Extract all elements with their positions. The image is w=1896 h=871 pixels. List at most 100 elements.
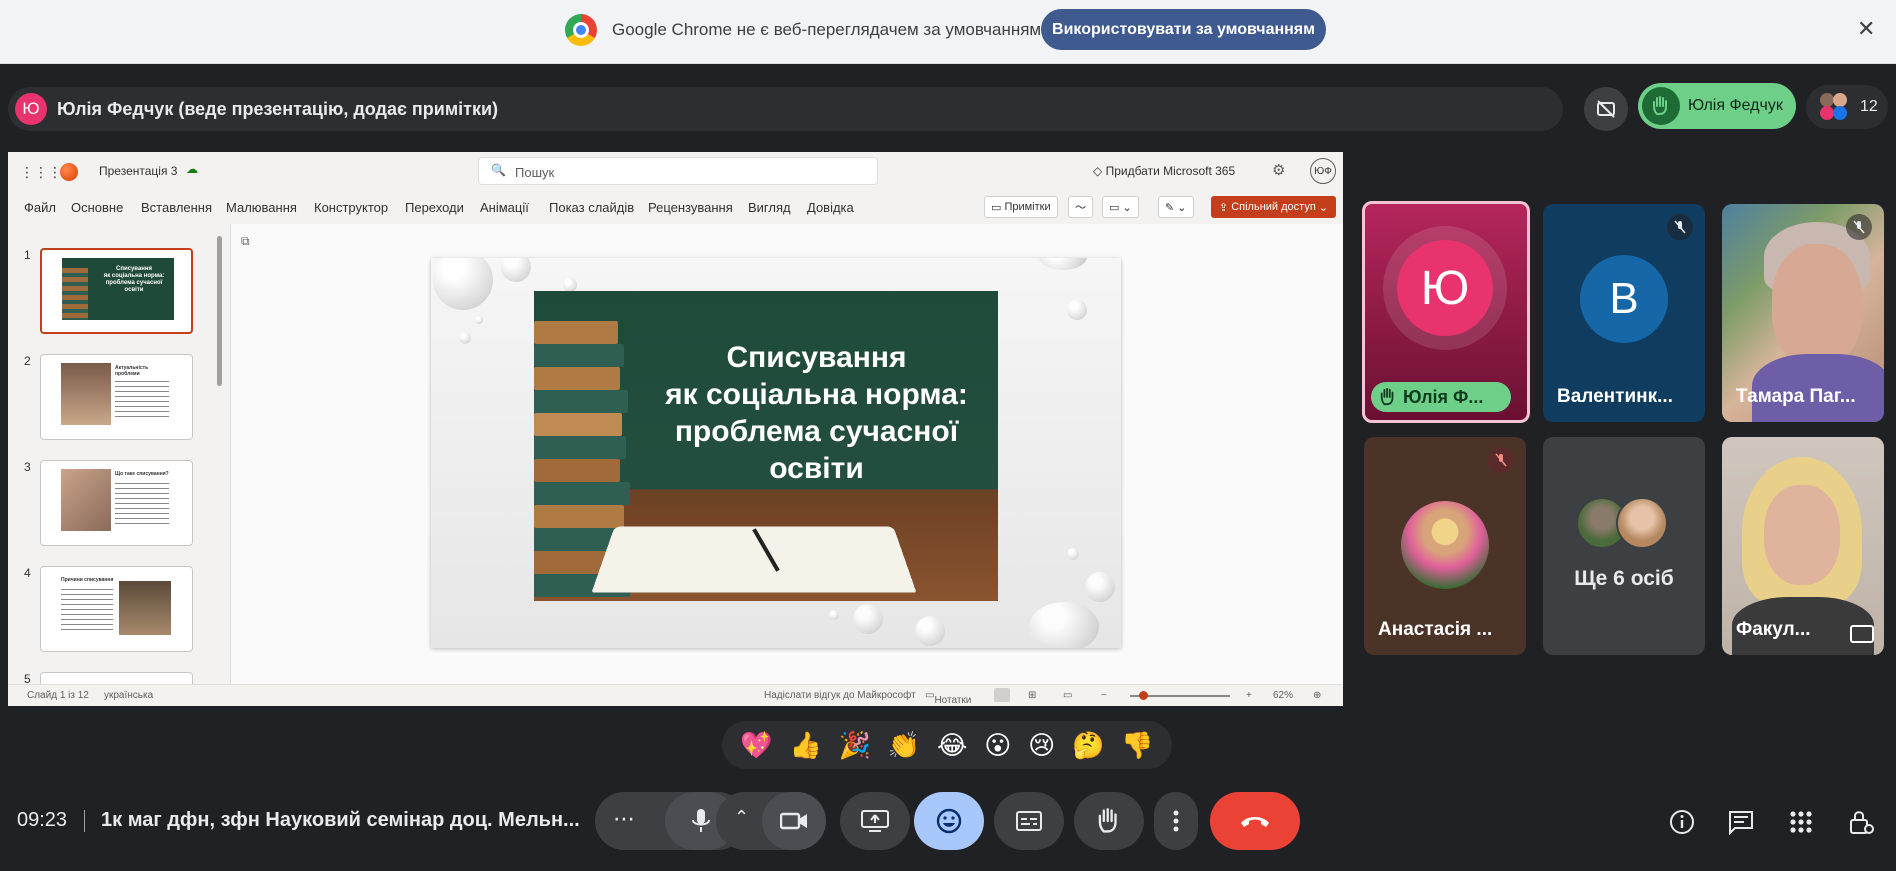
reaction-crying[interactable]: 😢 bbox=[1028, 732, 1055, 758]
slide-thumbnail-3[interactable]: Що таке списування? bbox=[40, 460, 193, 546]
buy-label: Придбати Microsoft 365 bbox=[1105, 164, 1236, 178]
participants-button[interactable]: 12 bbox=[1806, 85, 1888, 129]
hang-up-icon bbox=[1241, 817, 1269, 827]
more-audio-options-icon[interactable]: ⋯ bbox=[613, 806, 635, 832]
editing-mode-button[interactable]: ✎ ⌄ bbox=[1158, 196, 1194, 218]
activities-icon[interactable] bbox=[1787, 808, 1815, 836]
slide-thumbnail-1[interactable]: Списування як соціальна норма: проблема … bbox=[40, 248, 193, 334]
more-participants-tile[interactable]: Ще 6 осіб bbox=[1543, 437, 1705, 655]
thumb-2-content: Актуальність проблеми bbox=[61, 363, 173, 425]
participant-name: Юлія Ф... bbox=[1403, 386, 1484, 407]
feedback-link[interactable]: Надіслати відгук до Майкрософт bbox=[764, 690, 916, 701]
zoom-in-icon[interactable]: + bbox=[1246, 690, 1252, 701]
notes-pane-toggle-icon[interactable]: ⧉ bbox=[241, 234, 250, 249]
tab-file[interactable]: Файл bbox=[24, 200, 56, 215]
catch-up-button[interactable]: 〜 bbox=[1068, 196, 1093, 218]
participant-tile[interactable]: Тамара Паг... bbox=[1722, 204, 1884, 422]
reaction-thumbs-down[interactable]: 👎 bbox=[1121, 732, 1153, 758]
captions-icon bbox=[1016, 811, 1042, 831]
present-button[interactable]: ▭ ⌄ bbox=[1102, 196, 1139, 218]
slide-thumbnail-2[interactable]: Актуальність проблеми bbox=[40, 354, 193, 440]
office-logo-icon[interactable] bbox=[60, 163, 78, 181]
reaction-sparkling-heart[interactable]: 💖 bbox=[740, 732, 772, 758]
tab-insert[interactable]: Вставлення bbox=[141, 200, 212, 215]
share-button[interactable]: ⇪ Спільний доступ ⌄ bbox=[1211, 196, 1336, 218]
current-slide[interactable]: Списування як соціальна норма: проблема … bbox=[431, 258, 1121, 648]
reaction-thumbs-up[interactable]: 👍 bbox=[790, 732, 822, 758]
ribbon-tabs: Файл Основне Вставлення Малювання Констр… bbox=[8, 190, 1343, 224]
user-avatar[interactable]: ЮФ bbox=[1310, 158, 1336, 184]
zoom-level[interactable]: 62% bbox=[1273, 690, 1293, 701]
tab-review[interactable]: Рецензування bbox=[648, 200, 733, 215]
raised-hand-icon bbox=[1642, 87, 1680, 125]
tab-transitions[interactable]: Переходи bbox=[405, 200, 464, 215]
more-options-button[interactable] bbox=[1154, 792, 1198, 850]
picture-in-picture-icon[interactable] bbox=[1850, 625, 1874, 643]
tab-animations[interactable]: Анімації bbox=[480, 200, 529, 215]
reaction-laughing[interactable]: 😂 bbox=[937, 732, 967, 758]
thumb-4-title: Причини списування bbox=[61, 577, 114, 583]
raised-hand-chip[interactable]: Юлія Федчук bbox=[1638, 83, 1796, 129]
reading-view-icon[interactable]: ▭ bbox=[1063, 690, 1072, 701]
tab-help[interactable]: Довідка bbox=[807, 200, 854, 215]
tab-slideshow[interactable]: Показ слайдів bbox=[549, 200, 634, 215]
slide-sorter-icon[interactable]: ⊞ bbox=[1028, 690, 1036, 701]
tab-home[interactable]: Основне bbox=[71, 200, 123, 215]
meeting-info-icon[interactable] bbox=[1668, 808, 1696, 836]
slide-canvas[interactable]: ⧉ Списування як соціальна норма: проблем… bbox=[230, 224, 1343, 684]
buy-microsoft-365-link[interactable]: ◇ Придбати Microsoft 365 bbox=[1093, 164, 1235, 178]
gear-icon[interactable]: ⚙ bbox=[1272, 161, 1285, 179]
participant-photo bbox=[1401, 501, 1489, 589]
captions-button[interactable] bbox=[994, 792, 1064, 850]
participant-tile[interactable]: В Валентинк... bbox=[1543, 204, 1705, 422]
slide-image: Списування як соціальна норма: проблема … bbox=[534, 291, 998, 601]
chevron-up-icon[interactable]: ⌃ bbox=[734, 807, 749, 828]
zoom-slider-thumb[interactable] bbox=[1139, 691, 1148, 700]
document-title[interactable]: Презентація 3 bbox=[99, 164, 177, 178]
close-icon[interactable]: ✕ bbox=[1857, 16, 1875, 42]
shared-powerpoint-window: ⋮⋮⋮ Презентація 3 ☁ 🔍 Пошук ◇ Придбати M… bbox=[8, 152, 1343, 706]
search-placeholder: Пошук bbox=[515, 165, 555, 180]
participant-avatar: В bbox=[1580, 255, 1668, 343]
app-launcher-icon[interactable]: ⋮⋮⋮ bbox=[20, 164, 62, 181]
tab-view[interactable]: Вигляд bbox=[748, 200, 791, 215]
leave-call-button[interactable] bbox=[1210, 792, 1300, 850]
slide-number: 3 bbox=[24, 460, 31, 474]
camera-button[interactable] bbox=[762, 792, 826, 850]
participants-avatars bbox=[1820, 93, 1848, 121]
thumbnails-scrollbar[interactable] bbox=[217, 236, 222, 386]
camera-icon bbox=[780, 812, 807, 830]
reaction-surprised[interactable]: 😮 bbox=[984, 732, 1011, 758]
reaction-party-popper[interactable]: 🎉 bbox=[839, 732, 871, 758]
presenter-text: Юлія Федчук (веде презентацію, додає при… bbox=[57, 99, 499, 119]
normal-view-icon[interactable] bbox=[994, 688, 1010, 702]
reaction-clapping[interactable]: 👏 bbox=[888, 732, 920, 758]
slide-thumbnail-5[interactable] bbox=[40, 672, 193, 684]
camera-off-icon[interactable] bbox=[1584, 87, 1628, 131]
tab-draw[interactable]: Малювання bbox=[226, 200, 297, 215]
notes-button[interactable]: ▭ Нотатки bbox=[925, 690, 971, 706]
slide-thumbnail-4[interactable]: Причини списування bbox=[40, 566, 193, 652]
comments-label: Примітки bbox=[1004, 201, 1051, 213]
host-controls-icon[interactable] bbox=[1847, 808, 1875, 836]
chat-icon[interactable] bbox=[1727, 808, 1755, 836]
zoom-out-icon[interactable]: − bbox=[1101, 690, 1107, 701]
fit-slide-icon[interactable]: ⊕ bbox=[1313, 690, 1321, 701]
participant-tile[interactable]: Факул... bbox=[1722, 437, 1884, 655]
reaction-thinking[interactable]: 🤔 bbox=[1072, 732, 1104, 758]
notes-label: Нотатки bbox=[934, 695, 972, 706]
present-screen-button[interactable] bbox=[840, 792, 910, 850]
reactions-button[interactable] bbox=[914, 792, 984, 850]
emoji-icon bbox=[936, 808, 962, 834]
search-input[interactable]: 🔍 Пошук bbox=[478, 157, 878, 185]
participant-tile[interactable]: Анастасія ... bbox=[1364, 437, 1526, 655]
set-default-button[interactable]: Використовувати за умовчанням bbox=[1041, 9, 1326, 50]
status-bar: Слайд 1 із 12 українська Надіслати відгу… bbox=[8, 684, 1343, 706]
comments-button[interactable]: ▭ Примітки bbox=[984, 196, 1058, 218]
raise-hand-button[interactable] bbox=[1074, 792, 1144, 850]
participant-avatar: Ю bbox=[1397, 240, 1493, 336]
slide-count: Слайд 1 із 12 bbox=[27, 690, 89, 701]
participant-tile-presenter[interactable]: Ю Юлія Ф... bbox=[1362, 201, 1530, 423]
language[interactable]: українська bbox=[104, 690, 153, 701]
tab-design[interactable]: Конструктор bbox=[314, 200, 388, 215]
